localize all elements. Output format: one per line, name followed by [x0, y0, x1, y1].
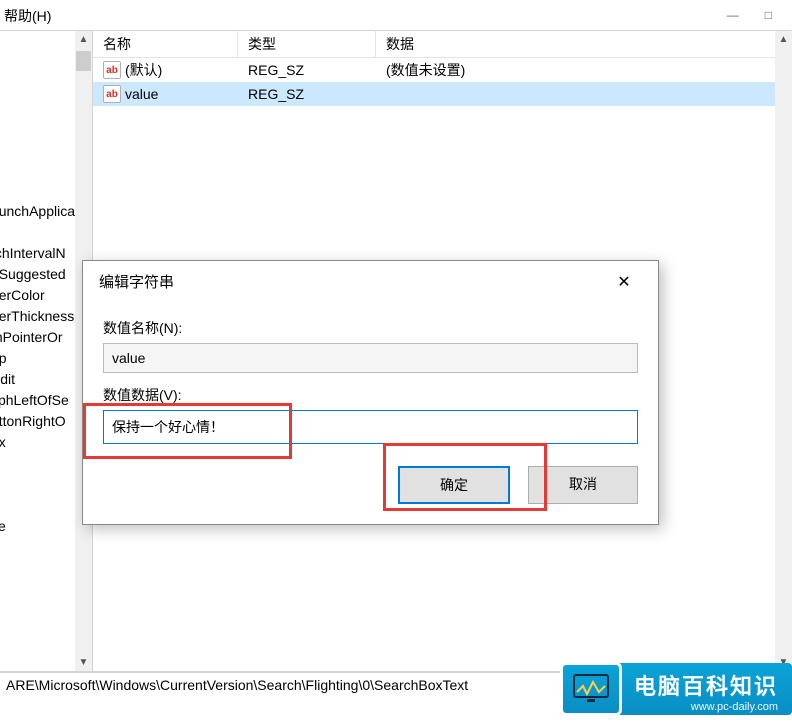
tree-item[interactable]: tchIntervalN [0, 243, 75, 264]
cancel-button[interactable]: 取消 [528, 466, 638, 504]
dialog-title: 编辑字符串 [99, 271, 174, 292]
maximize-icon[interactable]: □ [765, 8, 772, 22]
watermark-url: www.pc-daily.com [634, 701, 778, 713]
watermark: 电脑百科知识 www.pc-daily.com [560, 662, 792, 716]
tree-item[interactable] [0, 537, 75, 558]
scroll-up-icon[interactable]: ▲ [75, 31, 92, 48]
value-name-label: 数值名称(N): [103, 318, 638, 338]
tree-item[interactable]: derThickness [0, 306, 75, 327]
tree-item[interactable]: uttonRightO [0, 411, 75, 432]
tree-item[interactable]: mPointerOr [0, 327, 75, 348]
tree-item[interactable] [0, 222, 75, 243]
col-name-header[interactable]: 名称 [93, 30, 238, 58]
dialog-titlebar[interactable]: 编辑字符串 ✕ [83, 261, 658, 302]
tree-item[interactable] [0, 495, 75, 516]
tree-item[interactable]: aunchApplica [0, 201, 75, 222]
tree-item[interactable]: ce [0, 516, 75, 537]
col-type-header[interactable]: 类型 [238, 30, 376, 58]
listview-header[interactable]: 名称 类型 数据 [93, 31, 792, 58]
string-value-icon: ab [103, 61, 121, 79]
tree-item[interactable] [0, 453, 75, 474]
cell-type: REG_SZ [238, 86, 376, 102]
watermark-monitor-icon [560, 662, 622, 716]
edit-string-dialog: 编辑字符串 ✕ 数值名称(N): value 数值数据(V): 保持一个好心情！… [82, 260, 659, 525]
minimize-icon[interactable]: — [727, 8, 739, 22]
ok-button[interactable]: 确定 [398, 466, 510, 504]
scroll-up-icon[interactable]: ▲ [775, 31, 792, 48]
watermark-title: 电脑百科知识 [634, 669, 778, 701]
tree-item[interactable]: yphLeftOfSe [0, 390, 75, 411]
watermark-text: 电脑百科知识 www.pc-daily.com [616, 663, 792, 715]
col-data-header[interactable]: 数据 [376, 30, 792, 58]
cell-name: abvalue [93, 85, 238, 103]
scroll-thumb[interactable] [76, 51, 91, 71]
menubar: 帮助(H) [0, 0, 792, 31]
cell-type: REG_SZ [238, 62, 376, 78]
cell-name: ab(默认) [93, 60, 238, 80]
window-controls: — □ [727, 8, 772, 22]
table-row[interactable]: ab(默认)REG_SZ(数值未设置) [93, 58, 792, 82]
tree-item[interactable] [0, 474, 75, 495]
listview-vscrollbar[interactable]: ▲ ▼ [775, 31, 792, 671]
string-value-icon: ab [103, 85, 121, 103]
tree-item[interactable]: Edit [0, 369, 75, 390]
dialog-buttons: 确定 取消 [103, 466, 638, 504]
value-name-field: value [103, 343, 638, 373]
tree-item[interactable]: ox [0, 432, 75, 453]
close-icon[interactable]: ✕ [604, 272, 644, 292]
table-row[interactable]: abvalueREG_SZ [93, 82, 792, 106]
cell-data: (数值未设置) [376, 60, 792, 80]
value-data-label: 数值数据(V): [103, 385, 638, 405]
tree-item[interactable]: op [0, 348, 75, 369]
value-data-field[interactable]: 保持一个好心情！ [103, 410, 638, 444]
status-path: ARE\Microsoft\Windows\CurrentVersion\Sea… [6, 677, 468, 693]
tree-item[interactable]: derColor [0, 285, 75, 306]
tree-pane[interactable]: aunchApplica tchIntervalNoSuggestedderCol… [0, 31, 93, 671]
menu-help[interactable]: 帮助(H) [4, 8, 51, 24]
tree-item[interactable]: oSuggested [0, 264, 75, 285]
scroll-down-icon[interactable]: ▼ [75, 654, 92, 671]
